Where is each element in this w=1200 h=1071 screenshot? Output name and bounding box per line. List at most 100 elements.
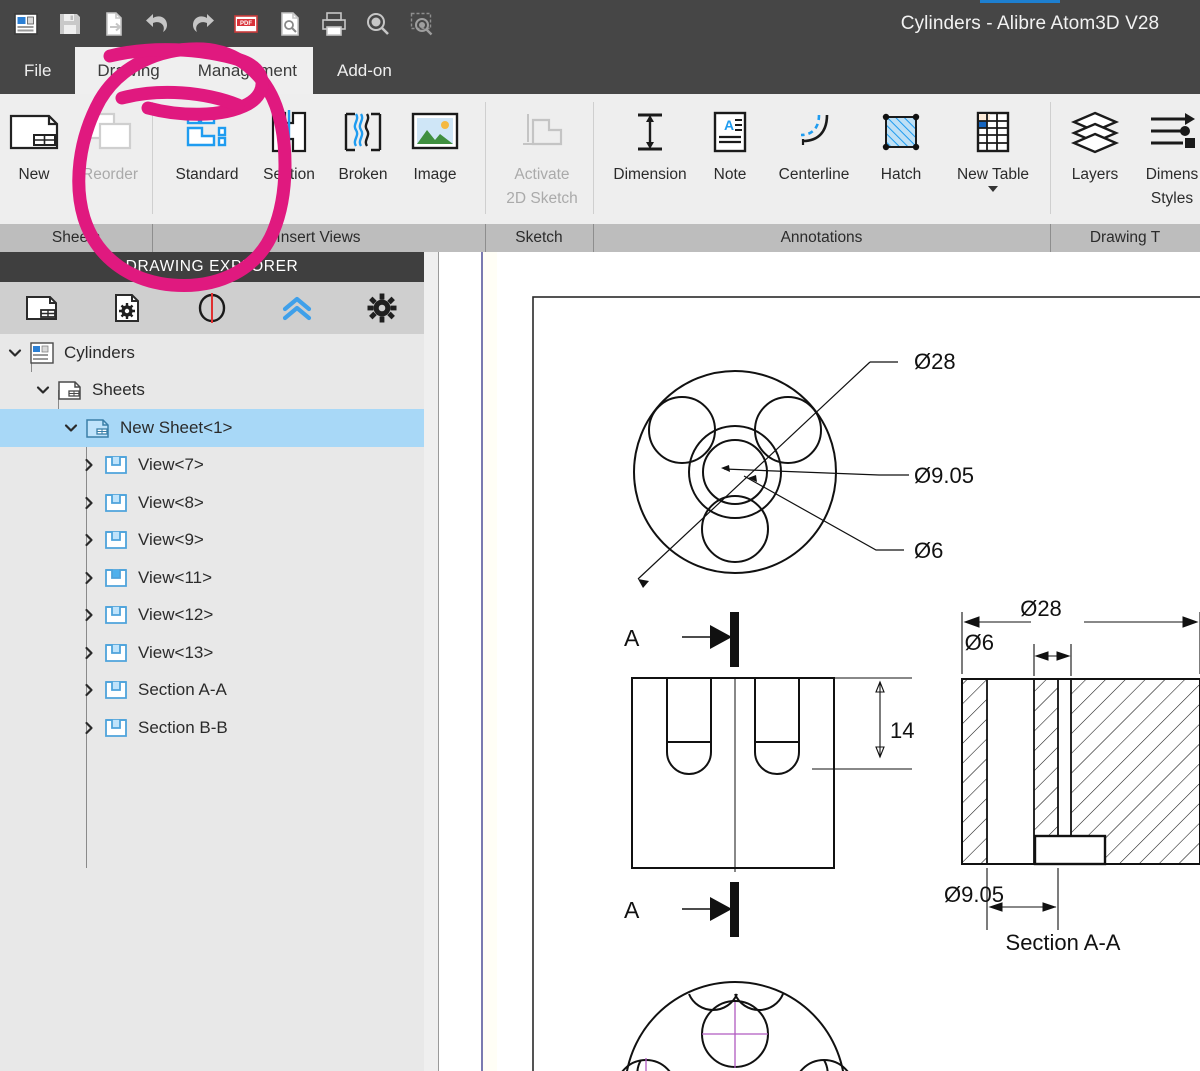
zoom-window-icon[interactable] (400, 0, 444, 47)
view-icon (102, 605, 130, 625)
chevron-right-icon[interactable] (76, 645, 102, 661)
undo-icon[interactable] (136, 0, 180, 47)
chevron-right-icon[interactable] (76, 720, 102, 736)
broken-view-icon (337, 104, 389, 160)
dim-label-d28-section: Ø28 (1020, 596, 1062, 621)
new-sheet-label: New (18, 166, 50, 183)
tree-item-view-13[interactable]: View<13> (0, 634, 424, 672)
ribbon-group-sheets: New Reorder (0, 94, 152, 224)
tab-file-label: File (24, 60, 52, 80)
chevron-right-icon[interactable] (76, 607, 102, 623)
layers-button[interactable]: Layers (1058, 94, 1132, 220)
tab-addon[interactable]: Add-on (313, 47, 416, 94)
centerline-button[interactable]: Centerline (764, 94, 864, 220)
save-icon[interactable] (48, 0, 92, 47)
chevron-down-icon[interactable] (2, 345, 28, 361)
print-icon[interactable] (312, 0, 356, 47)
view-icon (102, 718, 130, 738)
ribbon-divider-3 (593, 102, 594, 214)
tab-drawing[interactable]: Drawing (75, 47, 182, 94)
broken-view-button[interactable]: Broken (327, 94, 399, 220)
dimension-styles-button[interactable]: Dimens Styles (1132, 94, 1200, 220)
centerline-label: Centerline (778, 166, 850, 183)
chevron-right-icon[interactable] (76, 682, 102, 698)
ribbon-group-label-strip: Sheets Insert Views Sketch Annotations D… (0, 224, 1200, 252)
hatch-label: Hatch (880, 166, 922, 183)
chevron-right-icon[interactable] (76, 532, 102, 548)
dimension-styles-label-2: Styles (1150, 189, 1194, 207)
tab-drawing-label: Drawing (97, 60, 160, 80)
pdf-icon[interactable]: PDF (224, 0, 268, 47)
dimension-button[interactable]: Dimension (604, 94, 696, 220)
top-view-arrowheads (638, 465, 757, 588)
quick-access-toolbar: PDF (0, 0, 444, 47)
sheet-icon[interactable] (0, 282, 85, 334)
tree-item-view-8[interactable]: View<8> (0, 484, 424, 522)
section-view-button[interactable]: Section (251, 94, 327, 220)
standard-view-button[interactable]: Standard (163, 94, 251, 220)
tab-file[interactable]: File (0, 47, 75, 94)
dimension-label: Dimension (613, 166, 687, 183)
tree-label: New Sheet<1> (120, 417, 233, 437)
group-label-drawing-tools: Drawing T (1089, 229, 1161, 246)
tree-item-view-7[interactable]: View<7> (0, 447, 424, 485)
print-preview-icon[interactable] (268, 0, 312, 47)
reorder-sheets-icon (84, 104, 136, 160)
image-view-label: Image (413, 166, 457, 183)
image-view-icon (410, 104, 460, 160)
ribbon-group-annotations: Dimension A Note Centerline Hatch New Ta… (604, 94, 1048, 224)
tree-item-view-9[interactable]: View<9> (0, 522, 424, 560)
ribbon-group-sketch: Activate 2D Sketch (496, 94, 588, 224)
window-title: Cylinders - Alibre Atom3D V28 (900, 12, 1160, 34)
chevron-down-icon[interactable] (58, 420, 84, 436)
tree-item-view-12[interactable]: View<12> (0, 597, 424, 635)
tree-item-section-aa[interactable]: Section A-A (0, 672, 424, 710)
redo-icon[interactable] (180, 0, 224, 47)
export-icon[interactable] (92, 0, 136, 47)
tree-item-cylinders[interactable]: Cylinders (0, 334, 424, 372)
reorder-sheets-button[interactable]: Reorder (68, 94, 152, 220)
sheet-properties-icon[interactable] (85, 282, 170, 334)
view-icon (102, 493, 130, 513)
chevron-right-icon[interactable] (76, 570, 102, 586)
chevron-down-icon[interactable] (30, 382, 56, 398)
tree-item-new-sheet[interactable]: New Sheet<1> (0, 409, 424, 447)
tree-label: View<12> (138, 605, 214, 625)
activate-sketch-button[interactable]: Activate 2D Sketch (496, 94, 588, 220)
collapse-all-icon[interactable] (254, 282, 339, 334)
chevron-right-icon[interactable] (76, 495, 102, 511)
new-table-label: New Table (956, 166, 1030, 183)
ribbon-group-drawing-tools: Layers Dimens Styles (1058, 94, 1200, 224)
section-symbol-icon[interactable] (170, 282, 255, 334)
chevron-right-icon[interactable] (76, 457, 102, 473)
standard-view-label: Standard (175, 166, 239, 183)
zoom-icon[interactable] (356, 0, 400, 47)
menu-bar: File Drawing Management Add-on Search (0, 47, 1200, 133)
note-button[interactable]: A Note (696, 94, 764, 220)
section-aa-title: Section A-A (1006, 930, 1121, 955)
ribbon-divider-1 (152, 102, 153, 214)
tree-item-sheets[interactable]: Sheets (0, 372, 424, 410)
hatch-button[interactable]: Hatch (864, 94, 938, 220)
front-view (631, 677, 835, 869)
tab-management[interactable]: Management (181, 47, 313, 94)
new-table-button[interactable]: New Table (938, 94, 1048, 220)
chevron-down-icon[interactable] (988, 185, 998, 192)
section-label-a-bottom: A (624, 897, 640, 923)
section-view-label: Section (263, 166, 315, 183)
tab-management-label: Management (197, 60, 297, 80)
activate-sketch-label-2: 2D Sketch (506, 189, 578, 207)
settings-gear-icon[interactable] (339, 282, 424, 334)
new-drawing-icon[interactable] (4, 0, 48, 47)
image-view-button[interactable]: Image (399, 94, 471, 220)
tree-item-section-bb[interactable]: Section B-B (0, 709, 424, 747)
group-label-annotations: Annotations (780, 229, 863, 246)
section-label-a-top: A (624, 625, 640, 651)
tree-item-view-11[interactable]: View<11> (0, 559, 424, 597)
layers-label: Layers (1071, 166, 1119, 183)
drawing-canvas[interactable]: Ø28 Ø9.05 Ø6 A A 14 Ø28 Ø6 Ø9.05 Section… (424, 252, 1200, 1071)
drawing-explorer-tree: Cylinders Sheets New Sheet<1> View<7> Vi… (0, 334, 424, 1071)
dim-label-d28-top: Ø28 (914, 349, 956, 374)
new-sheet-button[interactable]: New (0, 94, 68, 220)
activate-sketch-icon (515, 104, 569, 160)
